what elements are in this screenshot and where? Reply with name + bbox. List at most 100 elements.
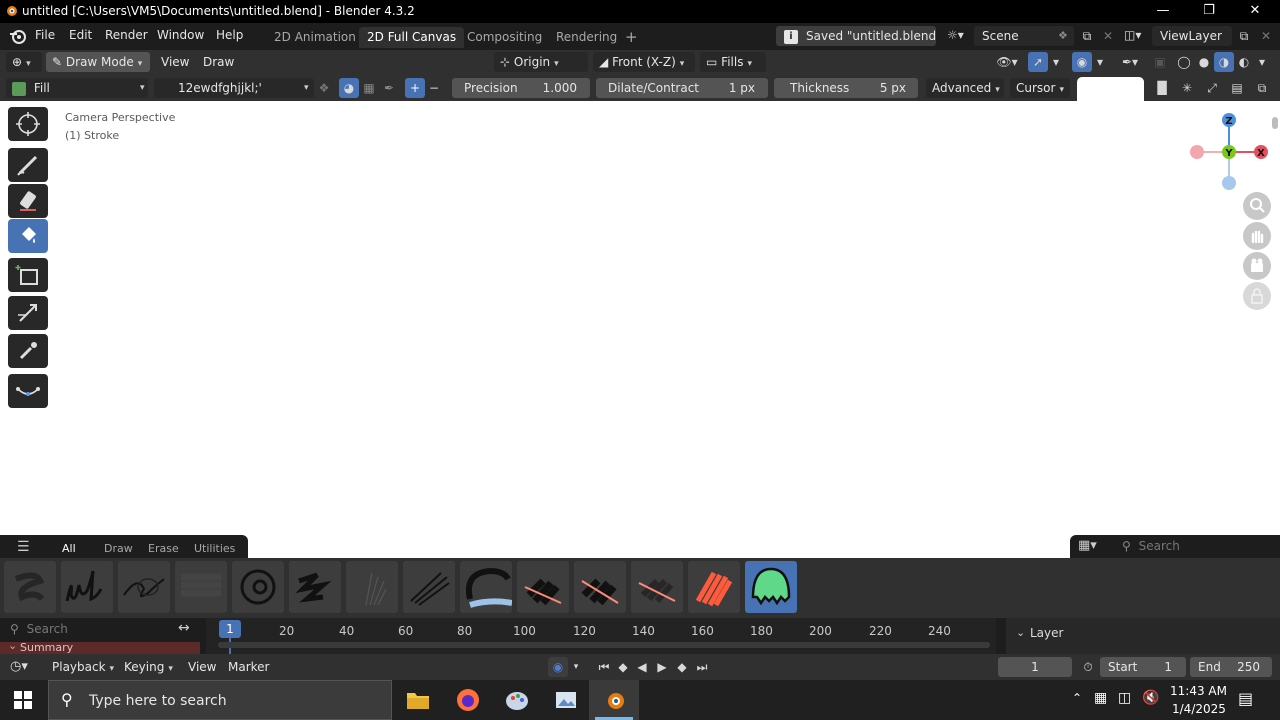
- header-tool-icon-2[interactable]: ✳: [1177, 78, 1197, 98]
- brush-thumbnail-13[interactable]: [688, 561, 740, 613]
- close-button[interactable]: ✕: [1232, 0, 1278, 23]
- shelf-tab-erase[interactable]: Erase: [148, 542, 179, 555]
- start-frame-field[interactable]: Start 1: [1100, 657, 1186, 677]
- paint-app-icon[interactable]: [505, 688, 529, 715]
- tray-app-icon[interactable]: ▦: [1094, 690, 1107, 706]
- cursor-tool[interactable]: [8, 107, 48, 141]
- dilate-contract-field[interactable]: Dilate/Contract 1 px: [596, 78, 768, 98]
- fill-subtract-button[interactable]: −: [424, 78, 444, 98]
- brush-thumbnail-1[interactable]: [4, 561, 56, 613]
- notifications-icon[interactable]: ▤: [1238, 689, 1253, 708]
- delete-scene-icon[interactable]: ✕: [1098, 26, 1118, 46]
- brush-thumbnail-8[interactable]: [403, 561, 455, 613]
- material-pin-icon[interactable]: ❖: [314, 78, 334, 98]
- gizmo-toggle-icon[interactable]: ➚: [1028, 52, 1048, 72]
- brush-thumbnail-9[interactable]: [460, 561, 512, 613]
- annotate-tool[interactable]: [8, 374, 48, 408]
- navigation-gizmo[interactable]: Z X Y: [1186, 109, 1272, 195]
- network-icon[interactable]: ◫: [1118, 690, 1131, 706]
- fill-extend-icon[interactable]: ✒: [379, 78, 399, 98]
- menu-playback[interactable]: Playback ▾: [52, 660, 114, 674]
- scene-name-field[interactable]: Scene ❖: [974, 26, 1074, 46]
- pan-hand-icon[interactable]: [1243, 222, 1271, 250]
- menu-draw[interactable]: Draw: [203, 55, 234, 69]
- brush-thumbnail-3[interactable]: [118, 561, 170, 613]
- camera-view-icon[interactable]: [1243, 252, 1271, 280]
- shelf-tab-all[interactable]: All: [62, 542, 76, 555]
- scene-selector-icon[interactable]: ☼▾: [947, 28, 971, 46]
- expand-arrows-icon[interactable]: ↔: [178, 620, 190, 636]
- xray-toggle-icon[interactable]: ▣: [1150, 52, 1170, 72]
- clock-time[interactable]: 11:43 AM: [1170, 684, 1227, 698]
- fill-add-button[interactable]: +: [405, 78, 425, 98]
- end-frame-field[interactable]: End 250: [1190, 657, 1272, 677]
- jump-start-icon[interactable]: ⏮: [594, 657, 614, 677]
- cursor-dropdown[interactable]: Cursor ▾: [1010, 78, 1070, 98]
- shelf-tab-utilities[interactable]: Utilities: [194, 542, 235, 555]
- current-frame-field[interactable]: 1: [998, 657, 1072, 677]
- shading-solid-icon[interactable]: ●: [1194, 52, 1214, 72]
- gizmo-neg-x[interactable]: [1190, 145, 1204, 159]
- menu-marker[interactable]: Marker: [228, 660, 269, 674]
- tray-overflow-icon[interactable]: ⌃: [1072, 691, 1082, 705]
- auto-keying-dropdown-icon[interactable]: ▾: [568, 657, 584, 677]
- timeline-scrollbar[interactable]: [218, 642, 990, 648]
- header-tool-icon-5[interactable]: ⧉: [1252, 78, 1272, 98]
- grease-pencil-overlay-icon[interactable]: ✒▾: [1114, 52, 1146, 72]
- menu-file[interactable]: File: [35, 28, 55, 42]
- overlays-toggle-icon[interactable]: ◉: [1072, 52, 1092, 72]
- tab-2d-full-canvas[interactable]: 2D Full Canvas: [359, 27, 465, 48]
- brush-thumbnail-12[interactable]: [631, 561, 683, 613]
- new-scene-icon[interactable]: ⧉: [1077, 26, 1097, 46]
- menu-render[interactable]: Render: [105, 28, 148, 42]
- tab-2d-animation[interactable]: 2D Animation: [266, 27, 364, 48]
- shading-rendered-icon[interactable]: ◐: [1234, 52, 1254, 72]
- header-tool-icon-4[interactable]: ▤: [1227, 78, 1247, 98]
- transform-tool[interactable]: [8, 296, 48, 330]
- image-app-icon[interactable]: [554, 688, 578, 715]
- minimize-button[interactable]: —: [1140, 0, 1186, 23]
- 3d-viewport[interactable]: Camera Perspective (1) Stroke Z X Y: [0, 101, 1280, 535]
- header-tool-icon-1[interactable]: █: [1152, 78, 1172, 98]
- timeline-search-input[interactable]: ⚲ Search: [2, 620, 176, 638]
- windows-start-icon[interactable]: [14, 691, 32, 712]
- hamburger-menu-icon[interactable]: ☰: [17, 539, 30, 555]
- tab-rendering[interactable]: Rendering: [548, 27, 625, 48]
- shelf-search-input[interactable]: ⚲ Search: [1114, 537, 1276, 555]
- fills-selector[interactable]: ▭ Fills ▾: [700, 52, 766, 72]
- thickness-field[interactable]: Thickness 5 px: [774, 78, 918, 98]
- play-reverse-icon[interactable]: ◀: [632, 657, 652, 677]
- blender-taskbar-button[interactable]: [589, 680, 639, 720]
- shading-material-icon[interactable]: ◑: [1214, 52, 1234, 72]
- next-keyframe-icon[interactable]: ◆: [672, 657, 692, 677]
- timeline-ruler[interactable]: 1 20 40 60 80 100 120 140 160 180 200 22…: [206, 618, 996, 654]
- overlays-dropdown-icon[interactable]: ▾: [1092, 52, 1108, 72]
- brush-thumbnail-2[interactable]: [61, 561, 113, 613]
- menu-keying[interactable]: Keying ▾: [124, 660, 173, 674]
- delete-view-layer-icon[interactable]: ✕: [1256, 26, 1276, 46]
- view-layer-field[interactable]: ViewLayer: [1152, 26, 1232, 46]
- taskbar-search-box[interactable]: ⚲ Type here to search: [48, 680, 392, 720]
- menu-timeline-view[interactable]: View: [188, 660, 216, 674]
- header-tool-icon-3[interactable]: ⤢: [1202, 78, 1222, 98]
- brush-thumbnail-10[interactable]: [517, 561, 569, 613]
- blender-menu-icon[interactable]: [9, 27, 27, 45]
- file-explorer-icon[interactable]: [406, 689, 430, 714]
- orientation-selector[interactable]: ◢ Front (X-Z) ▾: [593, 52, 695, 72]
- brush-thumbnail-4[interactable]: [175, 561, 227, 613]
- menu-view[interactable]: View: [161, 55, 189, 69]
- advanced-dropdown[interactable]: Advanced ▾: [926, 78, 1004, 98]
- tool-selector[interactable]: Fill ▾: [6, 78, 148, 98]
- brush-thumbnail-7[interactable]: [346, 561, 398, 613]
- brush-thumbnail-5[interactable]: [232, 561, 284, 613]
- pin-icon[interactable]: ❖: [1058, 26, 1068, 46]
- material-selector[interactable]: 12ewdfghjjkl;' ▾: [154, 78, 314, 98]
- eyedropper-tool[interactable]: [8, 334, 48, 368]
- stopwatch-icon[interactable]: ⏱: [1078, 657, 1098, 677]
- firefox-icon[interactable]: [456, 688, 480, 715]
- timeline-editor-type-icon[interactable]: ◷▾: [10, 659, 28, 674]
- draw-tool[interactable]: [8, 148, 48, 182]
- tab-compositing[interactable]: Compositing: [459, 27, 550, 48]
- maximize-button[interactable]: ❐: [1186, 0, 1232, 23]
- erase-tool[interactable]: [8, 184, 48, 218]
